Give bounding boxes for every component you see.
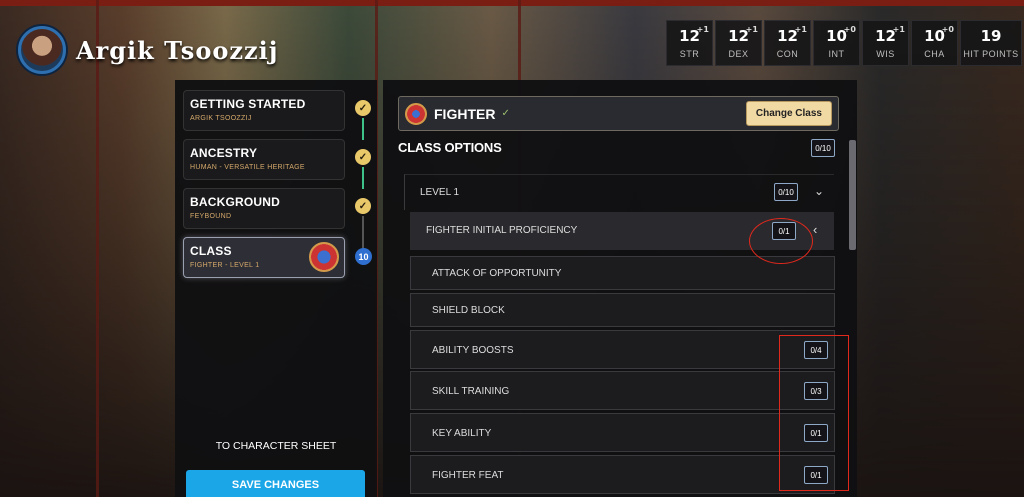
class-options-panel: FIGHTER ✓ Change Class CLASS OPTIONS 0/1… — [383, 80, 857, 497]
highlight-circle — [749, 218, 813, 264]
check-icon: ✓ — [501, 108, 510, 119]
option-row[interactable]: FIGHTER FEAT 0/1 — [410, 455, 835, 494]
stat-hit-points[interactable]: 19 HIT POINTS — [960, 20, 1022, 66]
stat-int[interactable]: 10 +0 INT — [813, 20, 860, 66]
stat-dex[interactable]: 12 +1 DEX — [715, 20, 762, 66]
chevron-down-icon[interactable]: ⌄ — [814, 184, 824, 198]
class-options-title: CLASS OPTIONS — [398, 140, 502, 155]
fighter-class-icon — [309, 242, 339, 272]
to-character-sheet-link[interactable]: TO CHARACTER SHEET — [175, 440, 377, 452]
step-getting-started[interactable]: GETTING STARTED ARGIK TSOOZZIJ — [183, 90, 345, 131]
character-name: Argik Tsoozzij — [76, 35, 279, 65]
options-total-count: 0/10 — [811, 139, 835, 157]
progress-connector — [362, 216, 364, 248]
change-class-button[interactable]: Change Class — [745, 101, 832, 126]
save-changes-button[interactable]: SAVE CHANGES — [186, 470, 365, 497]
progress-connector — [362, 167, 364, 189]
check-icon: ✓ — [355, 198, 371, 214]
option-row[interactable]: ABILITY BOOSTS 0/4 — [410, 330, 835, 369]
background-art-divider — [96, 0, 99, 497]
ability-scores: 12 +1 STR 12 +1 DEX 12 +1 CON 10 +0 INT 12 +1 WIS … — [666, 20, 1022, 66]
step-background[interactable]: BACKGROUND FEYBOUND — [183, 188, 345, 229]
class-name: FIGHTER — [434, 105, 496, 122]
option-row[interactable]: KEY ABILITY 0/1 — [410, 413, 835, 452]
highlight-box — [779, 335, 849, 491]
level-count: 0/10 — [774, 183, 798, 201]
character-avatar[interactable] — [18, 26, 66, 74]
check-icon: ✓ — [355, 149, 371, 165]
option-row[interactable]: SHIELD BLOCK — [410, 293, 835, 327]
scrollbar[interactable] — [849, 140, 856, 250]
stat-cha[interactable]: 10 +0 CHA — [911, 20, 958, 66]
stat-con[interactable]: 12 +1 CON — [764, 20, 811, 66]
fighter-class-icon — [405, 102, 427, 125]
level-1-header[interactable]: LEVEL 1 0/10 ⌄ — [404, 174, 834, 210]
step-class[interactable]: CLASS FIGHTER - LEVEL 1 — [183, 237, 345, 278]
check-icon: ✓ — [355, 100, 371, 116]
top-border — [0, 0, 1024, 6]
progress-connector — [362, 118, 364, 140]
chevron-left-icon[interactable]: ‹ — [813, 222, 817, 237]
builder-steps-sidebar: GETTING STARTED ARGIK TSOOZZIJ ✓ ANCESTR… — [175, 80, 377, 497]
step-ancestry[interactable]: ANCESTRY HUMAN - VERSATILE HERITAGE — [183, 139, 345, 180]
stat-wis[interactable]: 12 +1 WIS — [862, 20, 909, 66]
character-header: Argik Tsoozzij — [18, 26, 278, 74]
option-row[interactable]: SKILL TRAINING 0/3 — [410, 371, 835, 410]
class-header: FIGHTER ✓ Change Class — [398, 96, 839, 131]
level-badge: 10 — [355, 248, 372, 265]
stat-str[interactable]: 12 +1 STR — [666, 20, 713, 66]
